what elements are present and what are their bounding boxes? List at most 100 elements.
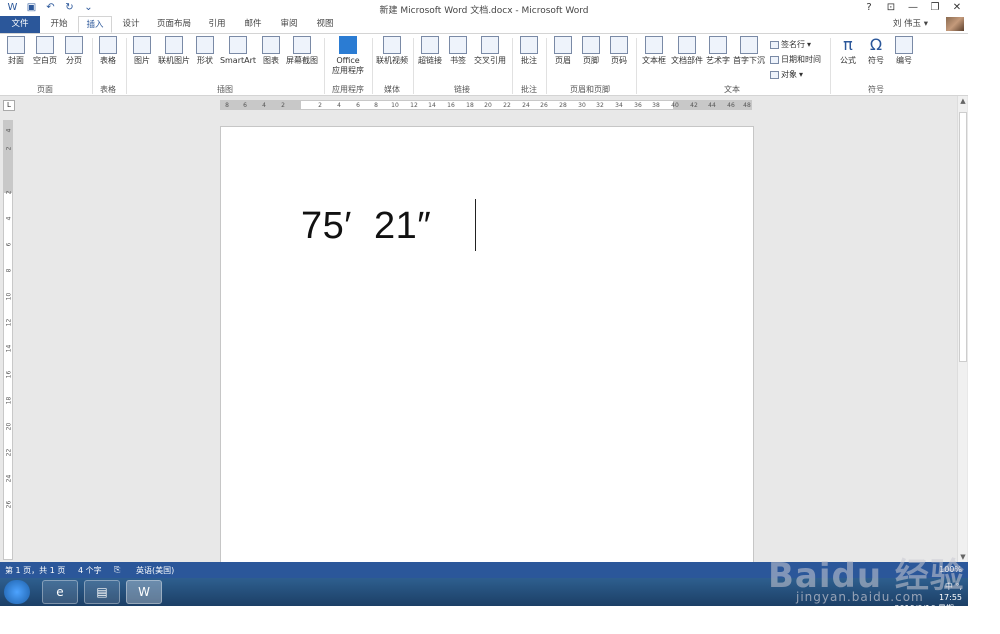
tab-insert[interactable]: 插入 bbox=[78, 16, 112, 33]
tab-design[interactable]: 设计 bbox=[114, 16, 148, 33]
date-time-icon bbox=[770, 55, 779, 64]
minimize-icon[interactable]: — bbox=[906, 1, 920, 14]
picture-icon bbox=[133, 36, 151, 54]
title-bar: W ▣ ↶ ↻ ⌄ 新建 Microsoft Word 文档.docx - Mi… bbox=[0, 0, 968, 16]
tab-review[interactable]: 审阅 bbox=[272, 16, 306, 33]
comment-icon bbox=[520, 36, 538, 54]
scroll-up-icon[interactable]: ▲ bbox=[958, 96, 968, 106]
ruler-number: 24 bbox=[5, 474, 13, 483]
ruler-number: 8 bbox=[374, 102, 378, 109]
ruler-number: 40 bbox=[671, 102, 679, 109]
online-picture-button[interactable]: 联机图片 bbox=[156, 36, 192, 66]
page-break-button[interactable]: 分页 bbox=[62, 36, 86, 66]
quick-parts-icon bbox=[678, 36, 696, 54]
user-name[interactable]: 刘 伟玉 ▾ bbox=[893, 16, 928, 33]
tab-page-layout[interactable]: 页面布局 bbox=[150, 16, 198, 33]
header-button[interactable]: 页眉 bbox=[550, 36, 576, 66]
ruler-number: 22 bbox=[5, 448, 13, 457]
tab-view[interactable]: 视图 bbox=[308, 16, 342, 33]
date-time-button[interactable]: 日期和时间 bbox=[770, 54, 821, 65]
ie-browser-icon[interactable]: e bbox=[42, 580, 78, 604]
ruler-number: 20 bbox=[484, 102, 492, 109]
cover-button[interactable]: 封面 bbox=[4, 36, 28, 66]
signature-icon bbox=[770, 40, 779, 49]
blank-page-button[interactable]: 空白页 bbox=[30, 36, 60, 66]
signature-line-button[interactable]: 签名行 ▾ bbox=[770, 39, 811, 50]
smartart-button[interactable]: SmartArt bbox=[218, 36, 258, 66]
horizontal-ruler[interactable]: 8 6 4 2 2 4 6 8 10 12 14 16 18 20 22 24 … bbox=[220, 100, 752, 110]
page-count[interactable]: 第 1 页，共 1 页 bbox=[5, 565, 65, 576]
screenshot-icon bbox=[293, 36, 311, 54]
shapes-button[interactable]: 形状 bbox=[194, 36, 216, 66]
number-button[interactable]: 编号 bbox=[892, 36, 916, 66]
file-explorer-icon[interactable]: ▤ bbox=[84, 580, 120, 604]
cross-reference-button[interactable]: 交叉引用 bbox=[472, 36, 508, 66]
screenshot-button[interactable]: 屏幕截图 bbox=[284, 36, 320, 66]
bookmark-button[interactable]: 书签 bbox=[446, 36, 470, 66]
tab-home[interactable]: 开始 bbox=[42, 16, 76, 33]
comment-button[interactable]: 批注 bbox=[516, 36, 542, 66]
textbox-button[interactable]: 文本框 bbox=[640, 36, 668, 66]
pi-icon: π bbox=[843, 35, 853, 54]
document-text[interactable]: 75′ 21″ bbox=[301, 205, 431, 248]
footer-button[interactable]: 页脚 bbox=[578, 36, 604, 66]
ruler-number: 14 bbox=[428, 102, 436, 109]
object-button[interactable]: 对象 ▾ bbox=[770, 69, 803, 80]
header-icon bbox=[554, 36, 572, 54]
ruler-number: 24 bbox=[522, 102, 530, 109]
ruler-number: 2 bbox=[281, 102, 285, 109]
equation-button[interactable]: π 公式 bbox=[836, 36, 860, 66]
page-number-button[interactable]: 页码 bbox=[606, 36, 632, 66]
ruler-number: 36 bbox=[634, 102, 642, 109]
ruler-number: 8 bbox=[225, 102, 229, 109]
picture-button[interactable]: 图片 bbox=[130, 36, 154, 66]
ruler-number: 34 bbox=[615, 102, 623, 109]
online-video-button[interactable]: 联机视频 bbox=[374, 36, 410, 66]
ruler-number: 4 bbox=[337, 102, 341, 109]
page-break-icon bbox=[65, 36, 83, 54]
vertical-scrollbar[interactable]: ▲ ▼ bbox=[957, 96, 967, 562]
proofing-icon[interactable]: ⎘ bbox=[114, 565, 120, 575]
symbol-button[interactable]: Ω 符号 bbox=[864, 36, 888, 66]
ruler-number: 30 bbox=[578, 102, 586, 109]
ribbon-display-icon[interactable]: ⊡ bbox=[884, 1, 898, 14]
group-symbols: 符号 bbox=[868, 85, 884, 94]
tab-selector[interactable]: L bbox=[3, 100, 15, 111]
language[interactable]: 英语(美国) bbox=[136, 565, 174, 576]
avatar[interactable] bbox=[946, 17, 964, 31]
document-page[interactable]: 75′ 21″ bbox=[220, 126, 754, 566]
restore-icon[interactable]: ❐ bbox=[928, 1, 942, 14]
ruler-number: 46 bbox=[727, 102, 735, 109]
office-apps-button[interactable]: Office 应用程序 bbox=[326, 36, 370, 76]
vertical-ruler[interactable]: 4 2 2 4 6 8 10 12 14 16 18 20 22 24 26 bbox=[3, 120, 13, 560]
table-button[interactable]: 表格 bbox=[96, 36, 120, 66]
text-cursor bbox=[475, 199, 476, 251]
ruler-number: 14 bbox=[5, 344, 13, 353]
chart-button[interactable]: 图表 bbox=[260, 36, 282, 66]
word-taskbar-icon[interactable]: W bbox=[126, 580, 162, 604]
divider bbox=[512, 38, 513, 94]
ruler-number: 6 bbox=[5, 242, 13, 247]
group-header-footer: 页眉和页脚 bbox=[570, 85, 610, 94]
ruler-number: 48 bbox=[743, 102, 751, 109]
close-icon[interactable]: ✕ bbox=[950, 1, 964, 14]
object-icon bbox=[770, 70, 779, 79]
help-icon[interactable]: ? bbox=[862, 1, 876, 14]
baidu-watermark-url: jingyan.baidu.com bbox=[796, 590, 924, 604]
scrollbar-thumb[interactable] bbox=[959, 112, 967, 362]
tab-references[interactable]: 引用 bbox=[200, 16, 234, 33]
ruler-number: 10 bbox=[391, 102, 399, 109]
windows-start-icon[interactable] bbox=[4, 580, 30, 604]
hyperlink-button[interactable]: 超链接 bbox=[416, 36, 444, 66]
tab-file[interactable]: 文件 bbox=[0, 16, 40, 33]
quick-parts-button[interactable]: 文档部件 bbox=[670, 36, 704, 66]
ruler-number: 12 bbox=[5, 318, 13, 327]
wordart-button[interactable]: 艺术字 bbox=[704, 36, 732, 66]
hyperlink-icon bbox=[421, 36, 439, 54]
tab-mailings[interactable]: 邮件 bbox=[236, 16, 270, 33]
word-count[interactable]: 4 个字 bbox=[78, 565, 102, 576]
group-tables: 表格 bbox=[100, 85, 116, 94]
footer-icon bbox=[582, 36, 600, 54]
ruler-number: 2 bbox=[318, 102, 322, 109]
drop-cap-button[interactable]: 首字下沉 bbox=[732, 36, 766, 66]
